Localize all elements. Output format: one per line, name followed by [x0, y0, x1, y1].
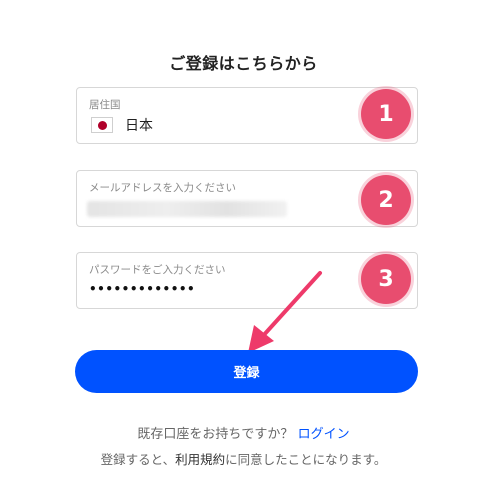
terms-prefix: 登録すると、 — [100, 452, 176, 467]
step-badge-1: 1 — [361, 89, 411, 139]
country-value: 日本 — [91, 115, 153, 135]
register-button[interactable]: 登録 — [75, 350, 418, 393]
email-value-blurred — [87, 201, 287, 217]
japan-flag-icon — [91, 117, 113, 133]
country-label: 居住国 — [89, 99, 121, 111]
terms-link[interactable]: 利用規約 — [175, 452, 225, 467]
login-prompt: 既存口座をお持ちですか？ ログイン — [0, 423, 487, 442]
terms-suffix: に同意したことになります。 — [225, 452, 387, 467]
step-badge-2: 2 — [361, 175, 411, 225]
has-account-text: 既存口座をお持ちですか？ — [137, 427, 294, 442]
page-title: ご登録はこちらから — [169, 54, 318, 73]
country-name: 日本 — [125, 118, 153, 134]
login-link[interactable]: ログイン — [298, 427, 350, 442]
password-label: パスワードをご入力ください — [89, 264, 226, 276]
email-label: メールアドレスを入力ください — [89, 182, 236, 194]
terms-notice: 登録すると、利用規約に同意したことになります。 — [0, 449, 487, 468]
step-badge-3: 3 — [361, 254, 411, 304]
password-value: ••••••••••••• — [89, 282, 196, 296]
